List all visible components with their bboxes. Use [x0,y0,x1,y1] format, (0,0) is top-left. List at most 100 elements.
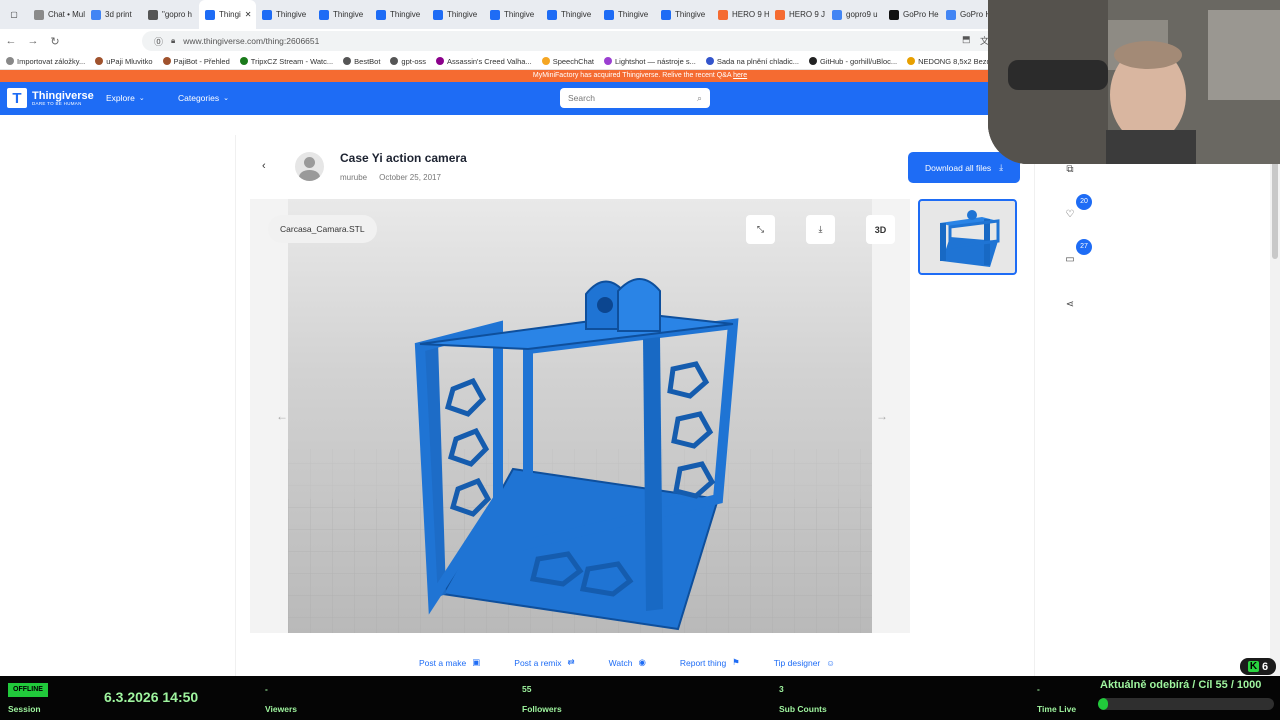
tab-favicon-icon [832,9,842,20]
followers-value: 55 [522,684,532,694]
chevron-down-icon: ⌄ [223,95,229,102]
announcement-text: MyMiniFactory has acquired Thingiverse. … [532,72,732,79]
fullscreen-icon[interactable]: ⤡ [746,215,775,244]
action-watch[interactable]: Watch ◉ [609,657,646,668]
bookmark-favicon-icon [436,57,445,65]
back-chevron-icon[interactable]: ‹ [262,160,266,172]
lock-icon: 🔒︎ [171,36,176,45]
tab-label: Thingive [333,10,364,19]
3d-view-icon[interactable]: 3D [866,215,895,244]
bookmark-favicon-icon [390,57,399,65]
bookmark-item[interactable]: uPaji Mluvitko [95,56,153,66]
tab-favicon-icon [547,9,557,20]
thingiverse-logo[interactable]: T Thingiverse DARE TO BE HUMAN [7,88,94,108]
bookmark-item[interactable]: TripxCZ Stream - Watc... [239,57,333,66]
browser-tab[interactable]: Thingive [541,0,598,29]
model-canvas[interactable] [288,199,872,633]
bookmark-item[interactable]: Importovat záložky... [6,57,85,66]
next-arrow-icon[interactable]: → [876,409,888,423]
categories-label: Categories [178,93,220,103]
tab-favicon-icon [205,9,215,20]
tab-favicon-icon [148,9,158,20]
bookmark-item[interactable]: Sada na plnění chladic... [705,57,799,66]
search-icon[interactable]: ⌕ [697,88,702,108]
bookmark-item[interactable]: PajiBot - Přehled [162,57,230,66]
tab-strip: Chat • MultiC3d print"gopro hThingi✕Thin… [28,0,997,29]
timelive-value: - [1037,684,1040,694]
download-all-button[interactable]: Download all files ⤓ [908,152,1020,183]
browser-tab[interactable]: Thingive [313,0,370,29]
categories-menu[interactable]: Categories ⌄ [178,93,229,103]
stream-datetime: 6.3.2026 14:50 [104,689,199,705]
action-post-a-make[interactable]: Post a make ▣ [419,657,480,668]
tab-label: gopro9 u [846,10,878,19]
tab-favicon-icon [604,9,614,20]
bookmark-label: uPaji Mluvitko [106,56,153,66]
download-file-icon[interactable]: ⤓ [806,215,835,244]
bookmark-item[interactable]: GitHub - gorhill/uBloc... [809,57,897,66]
tab-label: Thingive [561,10,592,19]
action-tip-designer[interactable]: Tip designer ☺ [774,657,835,668]
forward-icon[interactable]: → [22,35,44,47]
bookmark-item[interactable]: Assassin's Creed Valha... [436,57,532,66]
thumbnail-image [940,210,1000,267]
thumbnail-1[interactable] [918,199,1017,275]
bookmark-label: Lightshot — nástroje s... [614,56,696,66]
chevron-down-icon: ⌄ [138,95,145,102]
webcam-overlay [988,0,1280,164]
page-scrollbar[interactable] [1270,115,1280,676]
bookmark-favicon-icon [603,57,612,65]
bookmark-favicon-icon [541,57,550,65]
address-bar[interactable]: ⓪ 🔒︎ www.thingiverse.com/thing:2606651 [142,31,1012,51]
bookmark-favicon-icon [343,57,352,65]
prev-arrow-icon[interactable]: ← [276,409,288,423]
close-tab-icon[interactable]: ✕ [245,10,252,19]
explore-menu[interactable]: Explore ⌄ [106,93,145,103]
eye-icon: ◉ [638,657,646,667]
browser-tab[interactable]: Thingive [655,0,712,29]
tab-favicon-icon [319,9,329,20]
browser-tab[interactable]: Thingi ✕ [199,0,256,29]
browser-tab[interactable]: 3d print [85,0,142,29]
bookmark-item[interactable]: gpt-oss [390,57,426,66]
tab-search-icon[interactable]: ▢ [0,0,28,29]
bookmark-item[interactable]: SpeechChat [541,57,594,66]
flag-icon: ⚑ [732,657,740,667]
thing-actions: Post a make ▣ Post a remix ⇄ Watch ◉ Report th… [419,657,835,668]
tab-favicon-icon [376,9,386,20]
action-post-a-remix[interactable]: Post a remix ⇄ [514,657,574,668]
browser-tab[interactable]: Thingive [370,0,427,29]
brand-name: Thingiverse [32,89,94,102]
browser-tab[interactable]: Thingive [598,0,655,29]
site-info-icon[interactable]: ⓪ [154,35,163,48]
search-input[interactable]: Search ⌕ [560,88,710,108]
bookmark-item[interactable]: BestBot [343,57,380,66]
action-report-thing[interactable]: Report thing ⚑ [680,657,740,668]
browser-tab[interactable]: "gopro h [142,0,199,29]
sub-goal: Aktuálně odebírá / Cíl 55 / 1000 [1100,679,1261,691]
browser-tab[interactable]: Thingive [256,0,313,29]
publish-date: October 25, 2017 [379,173,441,182]
share-icon[interactable]: ⋖ [1058,292,1082,316]
browser-tab[interactable]: HERO 9 H [712,0,769,29]
browser-tab[interactable]: HERO 9 J [769,0,826,29]
action-label: Report thing [679,657,727,668]
browser-tab[interactable]: gopro9 u [826,0,883,29]
avatar[interactable] [295,152,324,181]
reload-icon[interactable]: ↻ [44,35,66,48]
browser-tab[interactable]: Thingive [427,0,484,29]
back-icon[interactable]: ← [0,35,22,47]
bookmark-item[interactable]: Lightshot — nástroje s... [603,56,696,66]
tab-label: HERO 9 J [789,10,826,19]
file-name-chip[interactable]: Carcasa_Camara.STL [268,215,377,243]
install-icon[interactable]: ⬒ [962,34,971,45]
author-link[interactable]: murube [340,173,367,182]
browser-tab[interactable]: Thingive [484,0,541,29]
browser-tab[interactable]: GoPro He [883,0,940,29]
tab-label: 3d print [105,10,132,19]
viewers-value: - [265,684,268,694]
announcement-link[interactable]: here [733,72,747,79]
tab-label: Thingive [390,10,421,19]
browser-tab[interactable]: Chat • MultiC [28,0,85,29]
bookmark-item[interactable]: NEDONG 8,5x2 Bezdu... [907,57,1001,66]
